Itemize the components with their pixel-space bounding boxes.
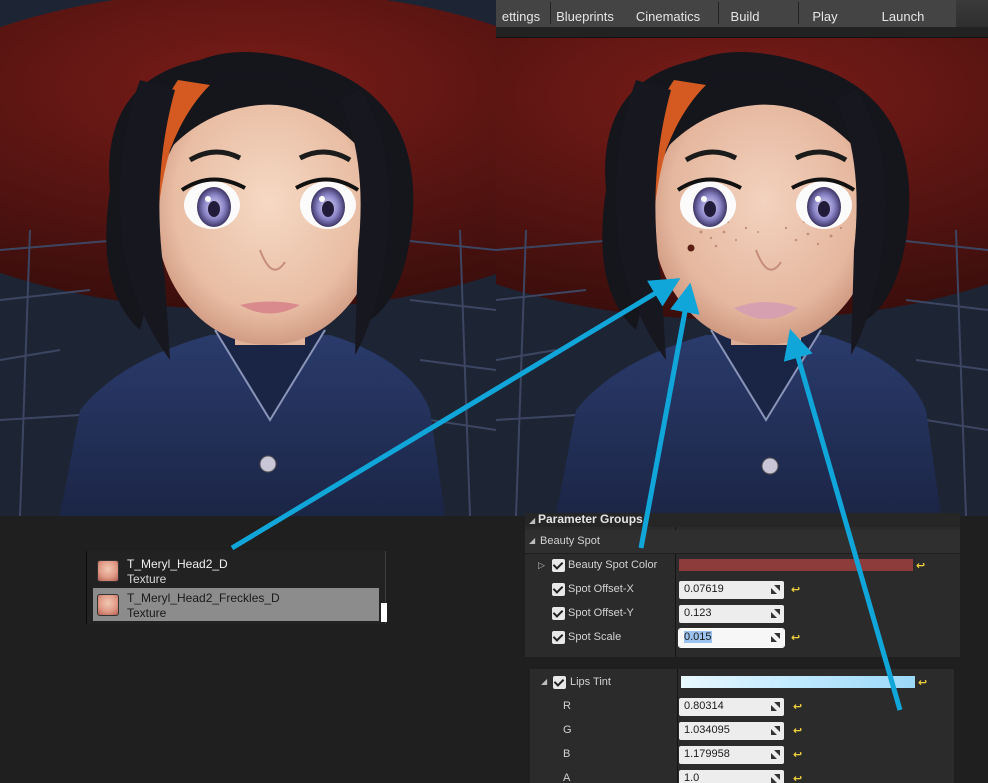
expand-triangle-icon[interactable]: ▷	[538, 560, 545, 571]
drag-spinner-icon[interactable]	[771, 750, 780, 759]
group-label: Beauty Spot	[540, 535, 600, 547]
channel-label: G	[563, 724, 572, 736]
reset-to-default-icon[interactable]: ↩	[916, 559, 925, 572]
param-label: Beauty Spot Color	[568, 559, 658, 571]
details-panel-beauty-spot: ◢ Parameter Groups ◢ Beauty Spot ▷ Beaut…	[525, 512, 960, 657]
channel-label: R	[563, 700, 571, 712]
param-label: Spot Offset-Y	[568, 607, 634, 619]
reset-to-default-icon[interactable]: ↩	[791, 583, 800, 596]
channel-row: G 1.034095 ↩	[530, 719, 954, 743]
override-checkbox[interactable]	[552, 583, 565, 596]
param-row: Spot Scale 0.015 ↩	[525, 626, 960, 650]
settings-button[interactable]: ettings	[496, 2, 546, 26]
drag-spinner-icon[interactable]	[771, 609, 780, 618]
number-input-focused[interactable]: 0.015	[678, 628, 785, 648]
param-label: Lips Tint	[570, 676, 611, 688]
param-label: Spot Scale	[568, 631, 622, 643]
collapse-triangle-icon: ◢	[529, 536, 536, 545]
group-header-beauty-spot[interactable]: ◢ Beauty Spot	[525, 530, 960, 554]
param-row: Spot Offset-Y 0.123	[525, 602, 960, 626]
toolbar-separator	[550, 2, 551, 24]
texture-asset-list: T_Meryl_Head2_D Texture T_Meryl_Head2_Fr…	[86, 551, 387, 624]
asset-name: T_Meryl_Head2_Freckles_D	[127, 591, 280, 605]
asset-item[interactable]: T_Meryl_Head2_D Texture	[93, 554, 379, 587]
cinematics-button[interactable]: Cinematics	[630, 2, 706, 26]
override-checkbox[interactable]	[553, 676, 566, 689]
details-panel-lips: ◢ Lips Tint ↩ R 0.80314 ↩ G 1.034095 ↩ B…	[530, 669, 954, 783]
reset-to-default-icon[interactable]: ↩	[793, 724, 802, 737]
launch-button[interactable]: Launch	[876, 2, 930, 26]
color-swatch[interactable]	[681, 676, 915, 688]
parameter-groups-header[interactable]: ◢ Parameter Groups	[525, 512, 960, 527]
reset-to-default-icon[interactable]: ↩	[793, 748, 802, 761]
channel-row: B 1.179958 ↩	[530, 743, 954, 767]
drag-spinner-icon[interactable]	[771, 774, 780, 783]
reset-to-default-icon[interactable]: ↩	[791, 631, 800, 644]
number-input[interactable]: 1.179958	[679, 746, 784, 764]
asset-item-selected[interactable]: T_Meryl_Head2_Freckles_D Texture	[93, 588, 379, 621]
override-checkbox[interactable]	[552, 631, 565, 644]
channel-label: A	[563, 772, 571, 783]
drag-spinner-icon[interactable]	[771, 585, 780, 594]
param-row-beauty-spot-color: ▷ Beauty Spot Color ↩	[525, 554, 960, 578]
drag-spinner-icon[interactable]	[771, 633, 780, 642]
param-row: Spot Offset-X 0.07619 ↩	[525, 578, 960, 602]
reset-to-default-icon[interactable]: ↩	[793, 700, 802, 713]
param-label: Spot Offset-X	[568, 583, 634, 595]
toolbar-separator	[798, 2, 799, 24]
channel-row: A 1.0 ↩	[530, 767, 954, 783]
asset-type: Texture	[127, 572, 167, 586]
reset-to-default-icon[interactable]: ↩	[793, 772, 802, 783]
override-checkbox[interactable]	[552, 607, 565, 620]
play-button[interactable]: Play	[800, 2, 850, 26]
character-render-before	[0, 0, 496, 516]
viewport-after[interactable]	[496, 0, 988, 516]
number-input[interactable]: 1.0	[679, 770, 784, 783]
channel-row: R 0.80314 ↩	[530, 695, 954, 719]
toolbar-separator	[718, 2, 719, 24]
character-render-after	[496, 0, 988, 516]
texture-thumbnail-icon	[97, 594, 119, 616]
asset-name: T_Meryl_Head2_D	[127, 557, 228, 571]
collapse-triangle-icon: ◢	[529, 516, 536, 525]
number-input[interactable]: 0.80314	[679, 698, 784, 716]
blueprints-button[interactable]: Blueprints	[552, 2, 618, 26]
override-checkbox[interactable]	[552, 559, 565, 572]
channel-label: B	[563, 748, 571, 760]
number-input[interactable]: 0.07619	[679, 581, 784, 599]
drag-spinner-icon[interactable]	[771, 702, 780, 711]
parameter-groups-label: Parameter Groups	[538, 512, 643, 526]
asset-type: Texture	[127, 606, 167, 620]
param-row-lips-tint: ◢ Lips Tint ↩	[530, 671, 954, 695]
number-input[interactable]: 0.123	[679, 605, 784, 623]
drag-spinner-icon[interactable]	[771, 726, 780, 735]
list-scrollbar[interactable]	[381, 603, 387, 622]
number-input[interactable]: 1.034095	[679, 722, 784, 740]
color-swatch[interactable]	[679, 559, 913, 571]
viewport-before[interactable]	[0, 0, 496, 516]
texture-thumbnail-icon	[97, 560, 119, 582]
editor-toolbar: ettings Blueprints Cinematics Build Play…	[496, 0, 988, 38]
build-button[interactable]: Build	[720, 2, 770, 26]
collapse-triangle-icon[interactable]: ◢	[541, 677, 547, 686]
reset-to-default-icon[interactable]: ↩	[918, 676, 927, 689]
